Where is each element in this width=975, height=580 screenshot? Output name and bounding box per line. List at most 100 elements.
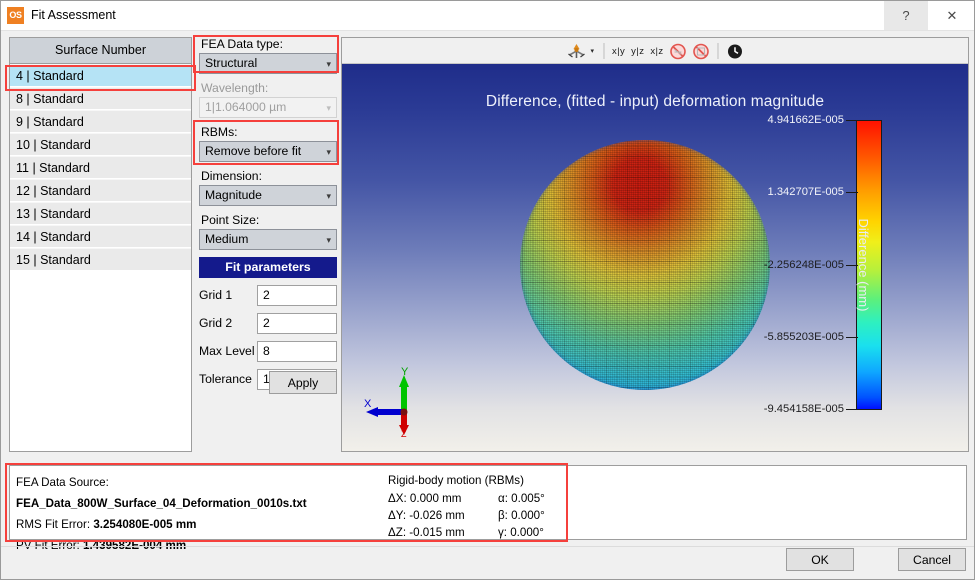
max-level-label: Max Level bbox=[199, 344, 257, 358]
axis-triad: Y X Z bbox=[356, 367, 436, 437]
rms-error-value: 3.254080E-005 mm bbox=[93, 518, 196, 531]
list-item[interactable]: 11 | Standard bbox=[10, 156, 191, 179]
dimension-select[interactable]: Magnitude ▾ bbox=[199, 185, 337, 206]
colorbar-tick bbox=[846, 409, 858, 410]
list-item[interactable]: 14 | Standard bbox=[10, 225, 191, 248]
no-clip-x-icon[interactable] bbox=[667, 40, 690, 62]
viewport-toolbar-group: ▾ x|y y|z x|z bbox=[563, 38, 746, 64]
rbm-dz: ΔZ: -0.015 mm bbox=[388, 524, 498, 541]
window-title: Fit Assessment bbox=[31, 8, 116, 22]
colorbar-tick bbox=[846, 120, 858, 121]
footer-divider bbox=[1, 546, 974, 547]
colorbar-tick bbox=[846, 192, 858, 193]
fea-data-type-label: FEA Data type: bbox=[201, 37, 337, 51]
reset-view-icon[interactable] bbox=[724, 40, 747, 62]
rbm-title: Rigid-body motion (RBMs) bbox=[388, 472, 638, 489]
colorbar-axis-title: Difference (mm) bbox=[856, 219, 871, 312]
data-source-value: FEA_Data_800W_Surface_04_Deformation_001… bbox=[16, 497, 307, 510]
rms-error-row: RMS Fit Error: 3.254080E-005 mm bbox=[16, 514, 376, 535]
svg-text:X: X bbox=[364, 398, 372, 410]
deformation-point-cloud[interactable] bbox=[520, 140, 770, 390]
point-size-value: Medium bbox=[205, 232, 248, 246]
view-xz-button[interactable]: x|z bbox=[647, 40, 666, 62]
cancel-button[interactable]: Cancel bbox=[898, 548, 966, 571]
tolerance-label: Tolerance bbox=[199, 372, 257, 386]
list-item[interactable]: 9 | Standard bbox=[10, 110, 191, 133]
toolbar-divider bbox=[603, 43, 604, 59]
list-item[interactable]: 15 | Standard bbox=[10, 248, 191, 271]
chevron-down-icon: ▾ bbox=[326, 54, 331, 74]
rbms-value: Remove before fit bbox=[205, 144, 301, 158]
point-size-select[interactable]: Medium ▾ bbox=[199, 229, 337, 250]
list-item[interactable]: 13 | Standard bbox=[10, 202, 191, 225]
wavelength-select: 1|1.064000 µm ▾ bbox=[199, 97, 337, 118]
surface-number-list[interactable]: Surface Number 4 | Standard 8 | Standard… bbox=[9, 37, 192, 452]
wavelength-label: Wavelength: bbox=[201, 81, 337, 95]
param-row-grid1: Grid 1 2 bbox=[199, 284, 337, 306]
rbm-row-x: ΔX: 0.000 mm α: 0.005° bbox=[388, 490, 638, 507]
dimension-value: Magnitude bbox=[205, 188, 262, 202]
data-source-row: FEA Data Source: FEA_Data_800W_Surface_0… bbox=[16, 472, 376, 514]
dimension-label: Dimension: bbox=[201, 169, 337, 183]
list-item[interactable]: 8 | Standard bbox=[10, 87, 191, 110]
wavelength-value: 1|1.064000 µm bbox=[205, 100, 286, 114]
chevron-down-icon: ▾ bbox=[326, 98, 331, 118]
rbm-alpha: α: 0.005° bbox=[498, 490, 598, 507]
list-item[interactable]: 12 | Standard bbox=[10, 179, 191, 202]
app-logo-icon: OS bbox=[7, 7, 24, 24]
colorbar-legend: 4.941662E-005 1.342707E-005 -2.256248E-0… bbox=[756, 120, 926, 410]
close-icon[interactable]: ✕ bbox=[930, 1, 974, 30]
grid2-input[interactable]: 2 bbox=[257, 313, 337, 334]
list-item[interactable]: 10 | Standard bbox=[10, 133, 191, 156]
param-row-max-level: Max Level 8 bbox=[199, 340, 337, 362]
fit-results-panel: FEA Data Source: FEA_Data_800W_Surface_0… bbox=[9, 465, 967, 540]
rbms-label: RBMs: bbox=[201, 125, 337, 139]
fit-assessment-dialog: OS Fit Assessment ? ✕ Surface Number 4 |… bbox=[0, 0, 975, 580]
rigid-body-motion-block: Rigid-body motion (RBMs) ΔX: 0.000 mm α:… bbox=[388, 472, 638, 541]
axis-orientation-icon[interactable] bbox=[563, 40, 589, 62]
fea-data-type-select[interactable]: Structural ▾ bbox=[199, 53, 337, 74]
rbm-gamma: γ: 0.000° bbox=[498, 524, 598, 541]
help-button[interactable]: ? bbox=[884, 1, 928, 30]
no-clip-y-icon[interactable] bbox=[690, 40, 713, 62]
chevron-down-icon: ▾ bbox=[326, 186, 331, 206]
surface-list-header: Surface Number bbox=[10, 38, 191, 64]
grid2-label: Grid 2 bbox=[199, 316, 257, 330]
colorbar-tick-label: 1.342707E-005 bbox=[767, 186, 844, 198]
rbm-dx: ΔX: 0.000 mm bbox=[388, 490, 498, 507]
svg-text:Z: Z bbox=[401, 429, 407, 437]
toolbar-divider bbox=[718, 43, 719, 59]
apply-button[interactable]: Apply bbox=[269, 371, 337, 394]
grid1-input[interactable]: 2 bbox=[257, 285, 337, 306]
title-bar: OS Fit Assessment ? ✕ bbox=[1, 1, 974, 31]
plot-title: Difference, (fitted - input) deformation… bbox=[342, 93, 968, 111]
chevron-down-icon[interactable]: ▾ bbox=[589, 40, 598, 62]
viewport-frame: ▾ x|y y|z x|z bbox=[341, 37, 969, 452]
view-xy-button[interactable]: x|y bbox=[609, 40, 628, 62]
fit-parameters-header: Fit parameters bbox=[199, 257, 337, 278]
viewport-canvas[interactable]: Difference, (fitted - input) deformation… bbox=[342, 64, 968, 451]
data-source-label: FEA Data Source: bbox=[16, 476, 109, 489]
fea-data-type-value: Structural bbox=[205, 56, 257, 70]
max-level-input[interactable]: 8 bbox=[257, 341, 337, 362]
controls-column: FEA Data type: Structural ▾ Wavelength: … bbox=[199, 37, 337, 452]
fit-results-left: FEA Data Source: FEA_Data_800W_Surface_0… bbox=[16, 472, 376, 556]
colorbar-tick-label: -9.454158E-005 bbox=[764, 403, 844, 415]
view-yz-button[interactable]: y|z bbox=[628, 40, 647, 62]
chevron-down-icon: ▾ bbox=[326, 142, 331, 162]
viewport-toolbar: ▾ x|y y|z x|z bbox=[342, 38, 968, 64]
point-cloud-rim bbox=[520, 140, 770, 390]
rbm-dy: ΔY: -0.026 mm bbox=[388, 507, 498, 524]
rbm-row-y: ΔY: -0.026 mm β: 0.000° bbox=[388, 507, 638, 524]
rms-error-label: RMS Fit Error: bbox=[16, 518, 90, 531]
ok-button[interactable]: OK bbox=[786, 548, 854, 571]
rbm-beta: β: 0.000° bbox=[498, 507, 598, 524]
grid1-label: Grid 1 bbox=[199, 288, 257, 302]
svg-text:Y: Y bbox=[401, 367, 409, 378]
rbms-select[interactable]: Remove before fit ▾ bbox=[199, 141, 337, 162]
param-row-grid2: Grid 2 2 bbox=[199, 312, 337, 334]
colorbar-tick bbox=[846, 337, 858, 338]
list-item[interactable]: 4 | Standard bbox=[10, 64, 191, 87]
rbm-row-z: ΔZ: -0.015 mm γ: 0.000° bbox=[388, 524, 638, 541]
chevron-down-icon: ▾ bbox=[326, 230, 331, 250]
